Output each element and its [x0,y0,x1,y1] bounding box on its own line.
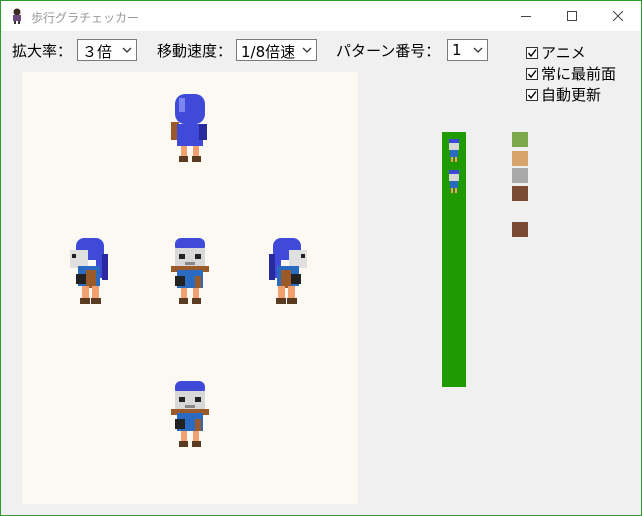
mini-sprite [449,139,459,162]
speed-select[interactable]: 1/8倍速 [236,39,317,61]
terrain-tile-dirt[interactable] [512,222,528,237]
checkbox-box[interactable] [526,67,538,80]
chevron-down-icon [473,47,483,53]
maximize-button[interactable] [549,1,595,31]
title-bar[interactable]: 歩行グラチェッカー [1,1,641,31]
auto-update-label: 自動更新 [541,86,602,104]
app-icon [13,8,21,24]
sprite-left [70,238,108,304]
close-button[interactable] [595,1,641,31]
terrain-tile-grass[interactable] [512,132,528,147]
pattern-value: 1 [452,41,462,59]
sprite-down [171,238,209,304]
pattern-label: パターン番号： [336,42,441,60]
close-icon [613,11,623,21]
checkbox-box[interactable] [526,46,538,59]
terrain-tile-stone[interactable] [512,168,528,183]
anime-label: アニメ [541,44,586,62]
speed-label: 移動速度： [157,42,233,60]
sprite-up [171,94,207,162]
maximize-icon [567,11,577,21]
checkmark-icon [527,48,537,57]
zoom-select[interactable]: ３倍 [77,39,137,61]
window-title: 歩行グラチェッカー [31,11,140,25]
mini-sprite [449,170,459,193]
terrain-tile-sand[interactable] [512,151,528,166]
always-on-top-label: 常に最前面 [541,65,617,83]
checkbox-box[interactable] [526,88,538,101]
always-on-top-checkbox[interactable]: 常に最前面 [526,63,616,84]
auto-update-checkbox[interactable]: 自動更新 [526,84,601,105]
pattern-select[interactable]: 1 [447,39,488,61]
minimize-icon [521,16,531,17]
terrain-tile-dirt[interactable] [512,186,528,201]
checkmark-icon [527,90,537,99]
speed-value: 1/8倍速 [241,43,296,61]
mini-preview-strip [442,132,466,387]
sprite-down-walking [171,381,209,447]
preview-canvas[interactable] [22,72,358,504]
chevron-down-icon [122,47,132,53]
minimize-button[interactable] [503,1,549,31]
zoom-label: 拡大率： [12,42,73,60]
checkmark-icon [527,69,537,78]
zoom-value: ３倍 [82,43,113,61]
sprite-right [269,238,307,304]
chevron-down-icon [302,47,312,53]
anime-checkbox[interactable]: アニメ [526,42,586,63]
app-window: 歩行グラチェッカー 拡大率： ３倍 移動速度： 1/8倍速 パターン番号： 1 … [0,0,642,516]
